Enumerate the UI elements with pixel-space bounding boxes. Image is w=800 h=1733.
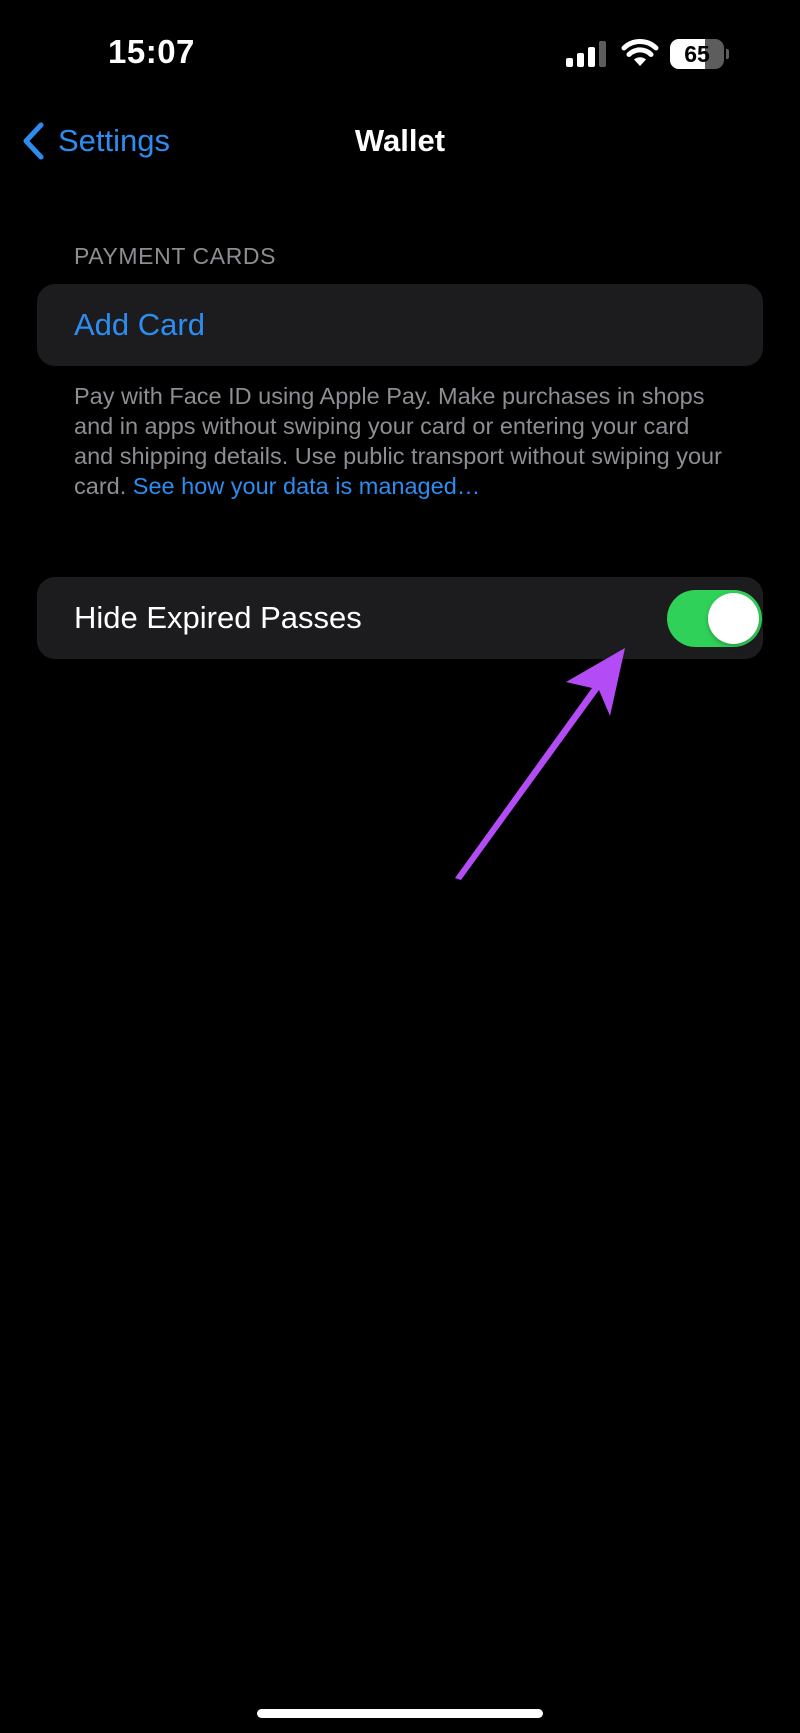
payment-cards-footer: Pay with Face ID using Apple Pay. Make p… [74, 381, 724, 501]
battery-cap [726, 49, 729, 59]
add-card-button[interactable]: Add Card [74, 284, 205, 366]
payment-cards-group: Add Card [37, 284, 763, 366]
battery-level: 65 [684, 41, 710, 67]
toggle-knob [708, 593, 759, 644]
wifi-icon [621, 39, 659, 66]
home-indicator [257, 1709, 543, 1718]
battery-icon: 65 [670, 39, 729, 69]
hide-expired-passes-row: Hide Expired Passes [37, 577, 763, 659]
navigation-bar: Settings Wallet [0, 110, 800, 172]
chevron-left-icon [23, 122, 44, 160]
hide-expired-passes-label: Hide Expired Passes [74, 600, 362, 635]
signal-icon [566, 41, 606, 67]
battery-body: 65 [670, 39, 724, 69]
hide-expired-passes-toggle[interactable] [667, 590, 762, 647]
status-time: 15:07 [108, 33, 195, 70]
back-button[interactable]: Settings [20, 110, 170, 172]
status-bar: 15:07 65 [0, 0, 800, 100]
back-label: Settings [58, 123, 171, 158]
section-header-payment-cards: PAYMENT CARDS [74, 243, 277, 269]
data-management-link[interactable]: See how your data is managed… [133, 473, 481, 499]
